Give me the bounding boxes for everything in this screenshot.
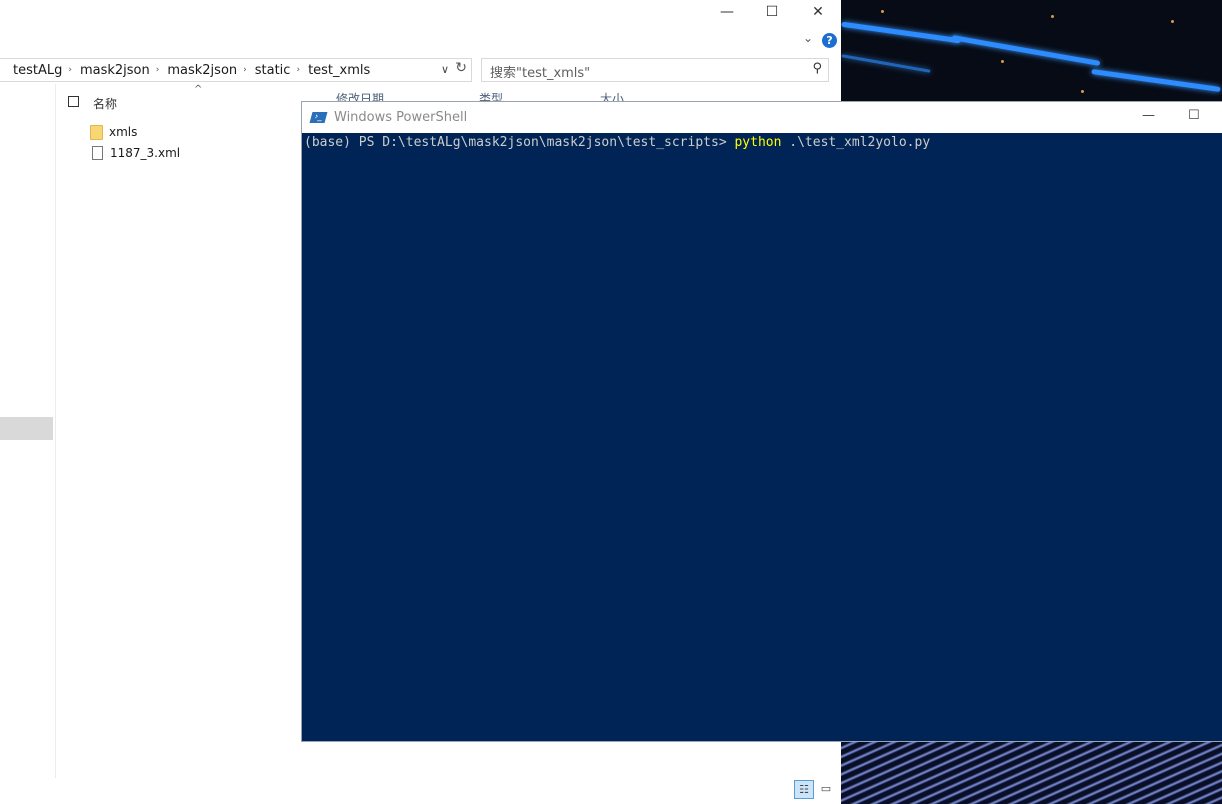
powershell-minimize-button[interactable]: — — [1142, 108, 1155, 123]
minimize-button[interactable]: — — [704, 0, 750, 24]
search-icon[interactable]: ⚲ — [812, 61, 822, 76]
select-all-checkbox[interactable] — [68, 96, 79, 107]
list-item[interactable]: 1187_3.xml — [90, 143, 180, 163]
powershell-window[interactable]: ›_ Windows PowerShell — ☐ (base) PS D:\t… — [301, 101, 1222, 742]
desktop-wallpaper-top — [841, 0, 1222, 102]
powershell-titlebar[interactable]: ›_ Windows PowerShell — ☐ — [302, 102, 1222, 133]
column-header-name[interactable]: 名称 — [93, 95, 117, 117]
powershell-maximize-button[interactable]: ☐ — [1188, 108, 1200, 123]
search-input[interactable]: 搜索"test_xmls" ⚲ — [481, 58, 829, 82]
file-icon — [92, 146, 103, 160]
folder-icon — [90, 124, 103, 140]
refresh-icon[interactable]: ↻ — [455, 60, 467, 76]
breadcrumb-item[interactable]: static — [247, 63, 297, 78]
sort-ascending-icon: ^ — [194, 84, 203, 95]
breadcrumb-item[interactable]: mask2json — [159, 63, 243, 78]
address-dropdown-icon[interactable]: ∨ — [441, 63, 449, 76]
close-button[interactable]: ✕ — [795, 0, 841, 24]
file-name: 1187_3.xml — [110, 146, 181, 160]
breadcrumb-item[interactable]: testALg — [0, 63, 68, 78]
desktop-wallpaper-bottom — [841, 741, 1222, 804]
nav-pane-divider — [55, 84, 56, 778]
maximize-button[interactable]: ☐ — [749, 0, 795, 24]
nav-pane-selected-item[interactable] — [0, 417, 53, 440]
breadcrumb-item[interactable]: test_xmls — [300, 63, 376, 78]
search-placeholder: 搜索"test_xmls" — [490, 66, 591, 81]
details-view-button[interactable]: ☷ — [794, 780, 814, 799]
large-icons-view-button[interactable]: ▭ — [816, 780, 836, 799]
console-command: python — [734, 135, 782, 150]
console-prompt: (base) PS D:\testALg\mask2json\mask2json… — [304, 135, 735, 150]
file-name: xmls — [109, 125, 138, 139]
powershell-title: Windows PowerShell — [334, 110, 468, 125]
help-icon[interactable]: ? — [822, 33, 837, 48]
powershell-logo-icon: ›_ — [309, 112, 328, 123]
list-item[interactable]: xmls — [90, 122, 137, 142]
expand-ribbon-chevron-icon[interactable]: ⌄ — [803, 31, 813, 45]
address-bar[interactable]: testALg › mask2json › mask2json › static… — [0, 58, 472, 82]
console-args: .\test_xml2yolo.py — [781, 135, 931, 150]
breadcrumb-item[interactable]: mask2json — [72, 63, 156, 78]
powershell-console[interactable]: (base) PS D:\testALg\mask2json\mask2json… — [304, 135, 930, 150]
